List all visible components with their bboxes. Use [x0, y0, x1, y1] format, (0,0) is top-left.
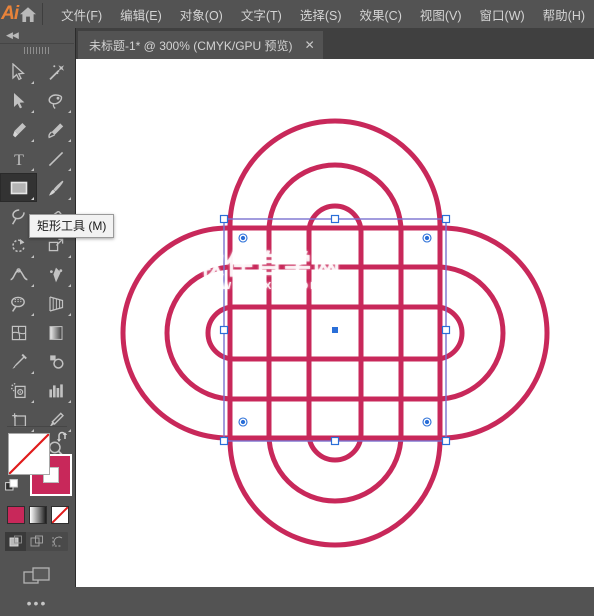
- menu-bar: Ai 文件(F) 编辑(E) 对象(O) 文字(T) 选择(S) 效果(C) 视…: [0, 0, 594, 28]
- change-screen-mode-button[interactable]: [0, 564, 74, 588]
- app-logo: Ai: [1, 3, 19, 24]
- gradient-tool[interactable]: [37, 318, 74, 347]
- tool-flyout-indicator: [31, 168, 34, 171]
- tool-flyout-indicator: [31, 400, 34, 403]
- tool-flyout-indicator: [68, 313, 71, 316]
- edit-toolbar-button[interactable]: •••: [0, 594, 74, 612]
- menu-effect[interactable]: 效果(C): [351, 1, 411, 28]
- menu-item-list: 文件(F) 编辑(E) 对象(O) 文字(T) 选择(S) 效果(C) 视图(V…: [52, 1, 594, 28]
- tool-flyout-indicator: [31, 110, 34, 113]
- menu-view[interactable]: 视图(V): [411, 1, 471, 28]
- tool-flyout-indicator: [68, 110, 71, 113]
- divider: [7, 426, 67, 427]
- tools-panel: ◀◀ T ••• 矩形工具 (M): [0, 28, 115, 610]
- column-graph-tool[interactable]: [37, 376, 74, 405]
- draw-mode-row: [5, 532, 68, 551]
- tool-flyout-indicator: [68, 139, 71, 142]
- document-tab[interactable]: 未标题-1* @ 300% (CMYK/GPU 预览) ✕: [78, 31, 323, 59]
- tool-flyout-indicator: [31, 255, 34, 258]
- tool-flyout-indicator: [68, 400, 71, 403]
- tool-flyout-indicator: [31, 313, 34, 316]
- draw-inside-button[interactable]: [47, 532, 68, 551]
- grip-dots-icon: [24, 47, 50, 54]
- menu-edit[interactable]: 编辑(E): [111, 1, 171, 28]
- menu-file[interactable]: 文件(F): [52, 1, 111, 28]
- rectangle-tool[interactable]: [0, 173, 37, 202]
- menu-type[interactable]: 文字(T): [232, 1, 291, 28]
- fill-mode-row: [7, 506, 69, 524]
- tool-flyout-indicator: [31, 284, 34, 287]
- tool-flyout-indicator: [68, 255, 71, 258]
- menu-help[interactable]: 帮助(H): [534, 1, 594, 28]
- line-segment-tool[interactable]: [37, 144, 74, 173]
- fill-swatch[interactable]: [8, 433, 50, 475]
- paintbrush-tool[interactable]: [37, 173, 74, 202]
- menu-object[interactable]: 对象(O): [171, 1, 232, 28]
- tool-flyout-indicator: [31, 197, 34, 200]
- blend-tool[interactable]: [37, 347, 74, 376]
- menu-select[interactable]: 选择(S): [291, 1, 351, 28]
- selection-tool[interactable]: [0, 57, 37, 86]
- eyedropper-tool[interactable]: [0, 347, 37, 376]
- tool-flyout-indicator: [31, 139, 34, 142]
- tools-panel-header: ◀◀: [0, 28, 74, 43]
- no-fill-slash-icon: [9, 434, 49, 474]
- mesh-tool[interactable]: [0, 318, 37, 347]
- tool-flyout-indicator: [68, 197, 71, 200]
- gradient-mode-button[interactable]: [29, 506, 47, 524]
- direct-selection-tool[interactable]: [0, 86, 37, 115]
- collapse-panel-icon[interactable]: ◀◀: [6, 30, 19, 41]
- curvature-tool[interactable]: [37, 115, 74, 144]
- menu-window[interactable]: 窗口(W): [471, 1, 534, 28]
- close-icon[interactable]: ✕: [305, 39, 315, 51]
- symbol-sprayer-tool[interactable]: [0, 376, 37, 405]
- type-tool[interactable]: T: [0, 144, 37, 173]
- free-transform-tool[interactable]: [37, 260, 74, 289]
- draw-behind-button[interactable]: [26, 532, 47, 551]
- artboard-canvas[interactable]: 软件自学网 WWW.RJZXW.COM: [76, 59, 594, 587]
- document-tab-title: 未标题-1* @ 300% (CMYK/GPU 预览): [89, 38, 293, 53]
- vector-artwork: [120, 118, 550, 548]
- document-tab-bar: 未标题-1* @ 300% (CMYK/GPU 预览) ✕: [75, 28, 594, 60]
- home-icon[interactable]: [19, 0, 37, 28]
- draw-normal-button[interactable]: [5, 532, 26, 551]
- tool-flyout-indicator: [31, 371, 34, 374]
- tool-flyout-indicator: [68, 284, 71, 287]
- width-tool[interactable]: [0, 260, 37, 289]
- illustrator-window: Ai 文件(F) 编辑(E) 对象(O) 文字(T) 选择(S) 效果(C) 视…: [0, 0, 594, 610]
- tool-flyout-indicator: [31, 81, 34, 84]
- menu-divider: [41, 3, 43, 25]
- default-fill-stroke-icon[interactable]: [5, 479, 19, 493]
- magic-wand-tool[interactable]: [37, 57, 74, 86]
- tool-grid: T: [0, 57, 74, 463]
- color-mode-button[interactable]: [7, 506, 25, 524]
- selection-bounding-box: [219, 214, 451, 446]
- perspective-grid-tool[interactable]: [37, 289, 74, 318]
- tools-panel-drag-handle[interactable]: [0, 43, 74, 57]
- svg-text:T: T: [14, 152, 24, 168]
- selection-center-point: [332, 327, 338, 333]
- swap-fill-stroke-icon[interactable]: [55, 429, 71, 445]
- tool-flyout-indicator: [68, 168, 71, 171]
- none-mode-button[interactable]: [51, 506, 69, 524]
- color-controls: •••: [0, 426, 74, 616]
- pen-tool[interactable]: [0, 115, 37, 144]
- tool-tooltip: 矩形工具 (M): [29, 214, 115, 238]
- lasso-tool[interactable]: [37, 86, 74, 115]
- shape-builder-tool[interactable]: [0, 289, 37, 318]
